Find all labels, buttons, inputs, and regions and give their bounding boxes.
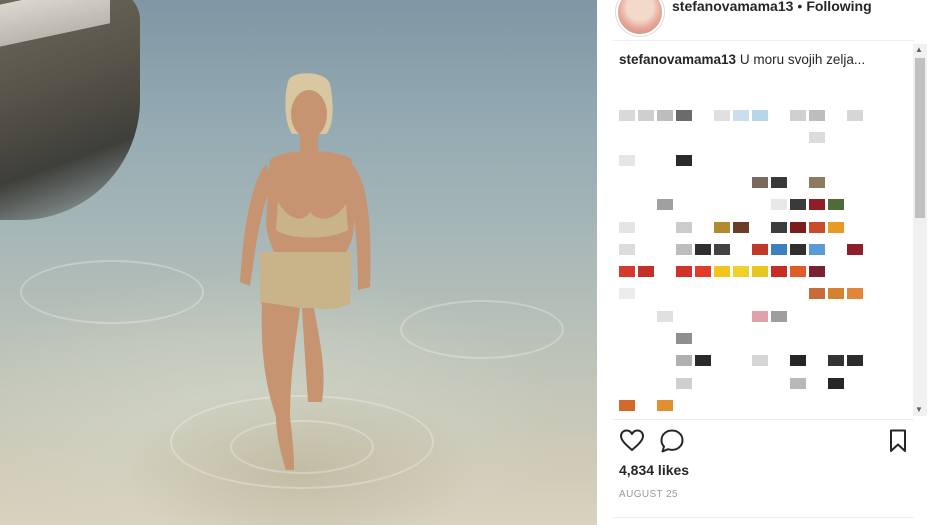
pixelated-comment-block (619, 221, 635, 233)
pixelated-comment-block (847, 243, 863, 255)
bottom-divider (613, 517, 914, 518)
pixelated-comment-block (809, 110, 825, 121)
pixelated-comment-block (828, 199, 844, 211)
post-side-panel: stefanovamama13 • Following stefanovamama1… (597, 0, 930, 525)
pixelated-comment-block (790, 377, 806, 389)
scrollbar-thumb[interactable] (915, 58, 925, 218)
pixelated-comment-block (714, 266, 730, 278)
pixelated-comment-block (847, 288, 863, 300)
scrollbar[interactable]: ▲ ▼ (913, 44, 927, 416)
pixelated-comment-block (657, 399, 673, 411)
post-date: AUGUST 25 (619, 489, 678, 500)
bookmark-icon[interactable] (885, 428, 911, 454)
pixelated-comment-block (771, 266, 787, 278)
pixelated-comment-block (619, 110, 635, 121)
pixelated-comment-block (752, 266, 768, 278)
pixelated-comment-block (771, 199, 787, 211)
pixelated-comment-block (771, 221, 787, 233)
pixelated-comment-block (771, 310, 787, 322)
pixelated-comment-block (676, 377, 692, 389)
actions-divider (613, 419, 914, 420)
water-ripple (20, 260, 204, 324)
pixelated-comment-block (676, 243, 692, 255)
water-ripple (400, 300, 564, 359)
pixelated-comment-block (809, 176, 825, 188)
pixelated-comment-block (771, 176, 787, 188)
pixelated-comment-block (676, 333, 692, 344)
post-header: stefanovamama13 • Following (597, 0, 930, 40)
pixelated-comment-block (619, 399, 635, 411)
pixelated-comment-block (752, 310, 768, 322)
pixelated-comment-block (790, 221, 806, 233)
pixelated-comment-block (676, 266, 692, 278)
action-bar (619, 428, 909, 456)
person-in-swimsuit (240, 73, 371, 470)
pixelated-comment-block (733, 266, 749, 278)
pixelated-comment-block (847, 355, 863, 367)
pixelated-comment-block (828, 288, 844, 300)
pixelated-comment-block (809, 243, 825, 255)
pixelated-comment-block (657, 110, 673, 121)
pixelated-comment-block (619, 266, 635, 278)
header-separator: • (797, 0, 803, 14)
pixelated-comment-block (771, 243, 787, 255)
pixelated-comment-block (809, 199, 825, 211)
pixelated-comment-block (676, 110, 692, 121)
pixelated-comment-block (752, 110, 768, 121)
pixelated-comment-block (828, 355, 844, 367)
likes-count[interactable]: 4,834 likes (619, 462, 689, 478)
post-photo[interactable] (0, 0, 597, 525)
pixelated-comment-block (714, 221, 730, 233)
pixelated-comment-block (847, 110, 863, 121)
pixelated-comment-block (733, 110, 749, 121)
header-line: stefanovamama13 • Following (672, 0, 872, 14)
pixelated-comment-block (619, 288, 635, 300)
pixelated-comment-block (828, 377, 844, 389)
pixelated-comment-block (657, 199, 673, 211)
pixelated-comment-block (809, 266, 825, 278)
pixelated-comment-block (790, 243, 806, 255)
header-divider (613, 40, 914, 41)
scroll-down-arrow[interactable]: ▼ (915, 406, 923, 414)
pixelated-comment-block (676, 154, 692, 166)
heart-icon[interactable] (619, 428, 645, 454)
pixelated-comment-block (828, 221, 844, 233)
pixelated-comment-block (752, 243, 768, 255)
comment-bubble-icon[interactable] (659, 428, 685, 454)
pixelated-comment-block (619, 154, 635, 166)
pixelated-comment-block (657, 310, 673, 322)
pixelated-comment-block (809, 132, 825, 144)
avatar[interactable] (616, 0, 664, 36)
pixelated-comment-block (695, 243, 711, 255)
pixelated-comment-block (752, 176, 768, 188)
pixelated-comment-block (676, 221, 692, 233)
pixelated-comment-block (638, 266, 654, 278)
pixelated-comments (619, 52, 909, 417)
pixelated-comment-block (619, 243, 635, 255)
pixelated-comment-block (714, 243, 730, 255)
pixelated-comment-block (733, 221, 749, 233)
pixelated-comment-block (790, 266, 806, 278)
pixelated-comment-block (695, 266, 711, 278)
comments-area: stefanovamama13 U moru svojih zelja... (619, 52, 909, 417)
scroll-up-arrow[interactable]: ▲ (915, 46, 923, 54)
pixelated-comment-block (714, 110, 730, 121)
pixelated-comment-block (790, 355, 806, 367)
header-username[interactable]: stefanovamama13 (672, 0, 793, 14)
pixelated-comment-block (790, 199, 806, 211)
pixelated-comment-block (676, 355, 692, 367)
pixelated-comment-block (809, 221, 825, 233)
following-status[interactable]: Following (806, 0, 871, 14)
pixelated-comment-block (752, 355, 768, 367)
pixelated-comment-block (695, 355, 711, 367)
pixelated-comment-block (638, 110, 654, 121)
pixelated-comment-block (809, 288, 825, 300)
pixelated-comment-block (790, 110, 806, 121)
